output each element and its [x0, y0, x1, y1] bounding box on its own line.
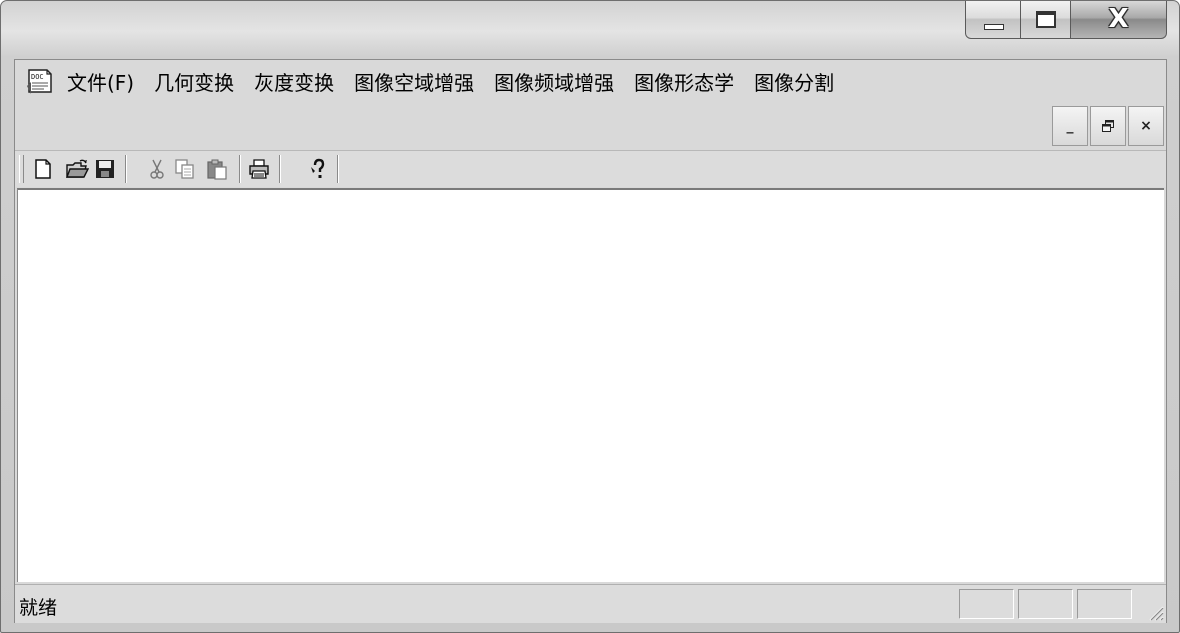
- resize-grip-icon[interactable]: [1146, 603, 1164, 621]
- new-icon[interactable]: [31, 157, 55, 181]
- help-icon[interactable]: [307, 157, 331, 181]
- status-text: 就绪: [19, 597, 58, 619]
- doc-app-icon[interactable]: DOC: [25, 66, 55, 96]
- maximize-icon: [1036, 11, 1056, 28]
- toolbar-grip[interactable]: [19, 155, 24, 183]
- client-area: DOC 文件(F) 几何变换 灰度变换 图像空域增强 图像频域增强 图像形态学 …: [14, 59, 1167, 623]
- minimize-icon: _: [1066, 118, 1074, 134]
- toolbar-separator: [239, 155, 241, 183]
- status-pane: [1018, 589, 1073, 619]
- menu-morphology[interactable]: 图像形态学: [634, 70, 734, 96]
- toolbar-separator: [125, 155, 127, 183]
- menu-gray-transform[interactable]: 灰度变换: [254, 70, 334, 96]
- menu-spatial-enhancement[interactable]: 图像空域增强: [354, 70, 474, 96]
- status-pane: [959, 589, 1014, 619]
- window-close-button[interactable]: X: [1071, 1, 1167, 39]
- caption-buttons: X: [965, 1, 1167, 41]
- status-bar: 就绪: [15, 584, 1166, 623]
- menu-segmentation[interactable]: 图像分割: [754, 70, 834, 96]
- minimize-icon: [984, 24, 1004, 30]
- app-window: X DOC 文件(F) 几何变换 灰度变换 图像空域增强 图像频域增强 图像形态…: [0, 0, 1180, 633]
- paste-icon[interactable]: [205, 157, 229, 181]
- copy-icon[interactable]: [173, 157, 197, 181]
- window-maximize-button[interactable]: [1021, 1, 1071, 39]
- mdi-minimize-button[interactable]: _: [1052, 106, 1088, 146]
- toolbar-separator: [279, 155, 281, 183]
- cut-icon[interactable]: [145, 157, 169, 181]
- menu-items: 文件(F) 几何变换 灰度变换 图像空域增强 图像频域增强 图像形态学 图像分割: [67, 70, 854, 96]
- toolbar-separator: [337, 155, 339, 183]
- restore-icon: [1102, 120, 1114, 132]
- window-minimize-button[interactable]: [965, 1, 1021, 39]
- print-icon[interactable]: [247, 157, 271, 181]
- mdi-close-button[interactable]: ×: [1128, 106, 1164, 146]
- open-icon[interactable]: [65, 157, 89, 181]
- close-icon: X: [1108, 4, 1129, 34]
- mdi-restore-button[interactable]: [1090, 106, 1126, 146]
- menu-geometric-transform[interactable]: 几何变换: [154, 70, 234, 96]
- menu-file[interactable]: 文件(F): [67, 70, 134, 96]
- menu-bar: DOC 文件(F) 几何变换 灰度变换 图像空域增强 图像频域增强 图像形态学 …: [15, 60, 1166, 104]
- menu-frequency-enhancement[interactable]: 图像频域增强: [494, 70, 614, 96]
- save-icon[interactable]: [93, 157, 117, 181]
- mdi-controls: _ ×: [1050, 106, 1164, 146]
- close-icon: ×: [1140, 118, 1152, 134]
- document-view[interactable]: [17, 188, 1164, 582]
- toolbar: [15, 150, 1166, 187]
- status-pane: [1077, 589, 1132, 619]
- svg-text:DOC: DOC: [31, 73, 44, 81]
